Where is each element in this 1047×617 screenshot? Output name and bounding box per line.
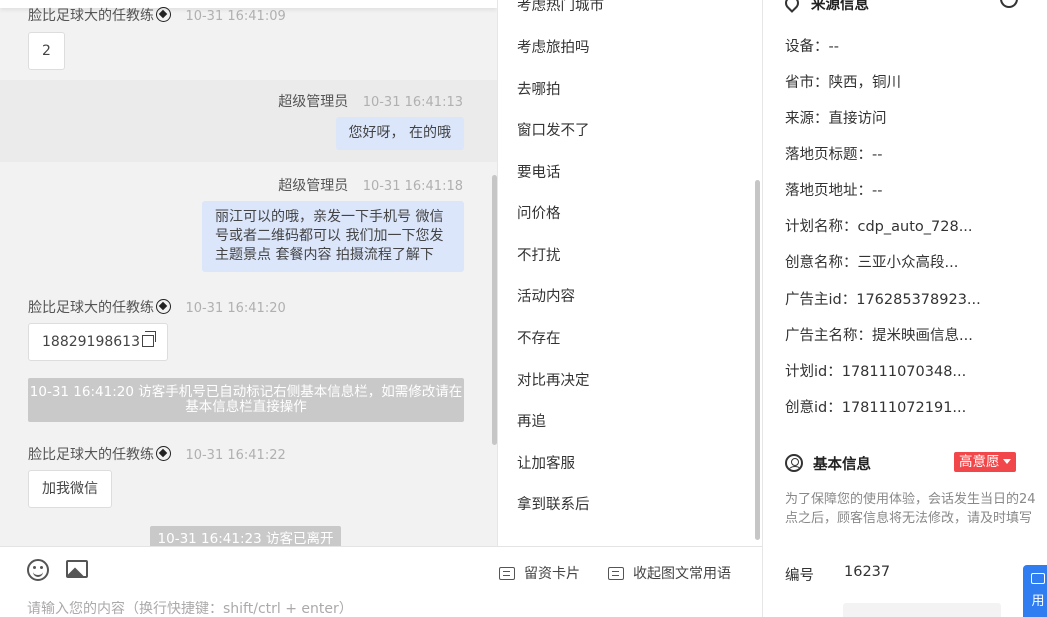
info-landing-url: 落地页地址：-- — [785, 183, 883, 199]
sender-name: 脸比足球大的任教练 — [28, 300, 154, 316]
chat-bubble-icon — [1031, 573, 1045, 584]
message-input[interactable] — [27, 601, 727, 617]
info-region: 省市：陕西，铜川 — [785, 75, 901, 91]
phrase-item[interactable]: 对比再决定 — [517, 369, 590, 390]
sender-name: 脸比足球大的任教练 — [28, 8, 154, 24]
phrase-item[interactable]: 要电话 — [517, 161, 561, 182]
phrases-icon — [608, 567, 624, 580]
id-label: 编号 — [785, 568, 814, 584]
phrase-item[interactable]: 拿到联系后 — [517, 493, 590, 514]
floating-service-button[interactable]: 用 — [1023, 565, 1047, 617]
visit-card-button[interactable]: 留资卡片 — [499, 563, 580, 583]
phrase-item[interactable]: 不存在 — [517, 327, 561, 348]
edit-deadline-note: 为了保障您的使用体验，会话发生当日的24点之后，顾客信息将无法修改，请及时填写 — [785, 492, 1036, 526]
message-header: 脸比足球大的任教练 10-31 16:41:09 — [28, 5, 286, 25]
collapse-phrases-label: 收起图文常用语 — [633, 566, 731, 582]
system-note: 10-31 16:41:20 访客手机号已自动标记右侧基本信息栏，如需修改请在基… — [28, 378, 464, 422]
nickname-field[interactable] — [843, 603, 1001, 617]
message-header: 脸比足球大的任教练 10-31 16:41:22 — [28, 444, 286, 464]
info-creative-name: 创意名称：三亚小众高段... — [785, 255, 959, 271]
message-bubble: 您好呀， 在的哦 — [335, 117, 464, 150]
phrase-item[interactable]: 考虑旅拍吗 — [517, 36, 590, 57]
message-time: 10-31 16:41:20 — [185, 301, 286, 316]
shield-icon[interactable] — [1000, 0, 1018, 8]
phrase-item[interactable]: 活动内容 — [517, 285, 575, 306]
info-advertiser-id: 广告主id：176285378923... — [785, 292, 981, 308]
message-header: 脸比足球大的任教练 10-31 16:41:20 — [28, 297, 286, 317]
info-plan-id: 计划id：178111070348... — [785, 364, 967, 380]
image-icon[interactable] — [66, 560, 88, 578]
soccer-ball-icon — [156, 7, 171, 22]
sender-name: 脸比足球大的任教练 — [28, 447, 154, 463]
intent-level-dropdown[interactable]: 高意愿 — [954, 452, 1016, 472]
soccer-ball-icon — [156, 446, 171, 461]
chat-panel: 脸比足球大的任教练 10-31 16:41:09 2 超级管理员 10-31 1… — [0, 0, 497, 546]
phrase-item[interactable]: 去哪拍 — [517, 78, 561, 99]
info-source: 来源：直接访问 — [785, 111, 887, 127]
basic-info-title: 基本信息 — [785, 453, 871, 474]
info-device: 设备：-- — [785, 39, 839, 55]
collapse-phrases-button[interactable]: 收起图文常用语 — [608, 563, 731, 583]
quick-phrase-panel: 考虑热门城市 考虑旅拍吗 去哪拍 窗口发不了 要电话 问价格 不打扰 活动内容 … — [497, 0, 762, 546]
customer-info-panel: 来源信息 设备：-- 省市：陕西，铜川 来源：直接访问 落地页标题：-- 落地页… — [762, 0, 1047, 617]
info-creative-id: 创意id：178111072191... — [785, 400, 967, 416]
sender-name: 超级管理员 — [278, 94, 349, 110]
phrase-scrollbar[interactable] — [755, 180, 760, 540]
info-plan-name: 计划名称：cdp_auto_728... — [785, 219, 973, 235]
phrase-item[interactable]: 窗口发不了 — [517, 119, 590, 140]
phrase-item[interactable]: 考虑热门城市 — [517, 0, 604, 15]
message-header: 超级管理员 10-31 16:41:18 — [278, 175, 463, 195]
phrase-item[interactable]: 再追 — [517, 410, 546, 431]
phone-number: 18829198613 — [42, 334, 140, 350]
message-time: 10-31 16:41:22 — [185, 448, 286, 463]
soccer-ball-icon — [156, 299, 171, 314]
source-info-title: 来源信息 — [782, 0, 869, 14]
message-bubble: 2 — [28, 32, 65, 70]
location-pin-icon — [782, 0, 802, 13]
caret-down-icon — [1002, 459, 1011, 464]
user-icon — [785, 454, 803, 472]
phrase-item[interactable]: 问价格 — [517, 202, 561, 223]
phrase-item[interactable]: 不打扰 — [517, 244, 561, 265]
message-bubble: 加我微信 — [28, 470, 112, 508]
message-header: 超级管理员 10-31 16:41:13 — [278, 91, 463, 111]
message-time: 10-31 16:41:09 — [185, 9, 286, 24]
intent-level-label: 高意愿 — [959, 454, 1000, 470]
info-advertiser-name: 广告主名称：提米映画信息... — [785, 328, 973, 344]
visit-card-label: 留资卡片 — [524, 566, 580, 582]
sender-name: 超级管理员 — [278, 178, 349, 194]
id-value: 16237 — [844, 564, 891, 580]
phone-message-bubble: 18829198613 — [28, 323, 168, 361]
emoji-icon[interactable] — [27, 559, 49, 581]
system-note: 10-31 16:41:23 访客已离开 — [150, 526, 341, 546]
message-time: 10-31 16:41:18 — [362, 179, 463, 194]
phrase-item[interactable]: 让加客服 — [517, 452, 575, 473]
message-composer: 留资卡片 收起图文常用语 — [0, 546, 762, 617]
message-time: 10-31 16:41:13 — [362, 95, 463, 110]
message-bubble: 丽江可以的哦，亲发一下手机号 微信号或者二维码都可以 我们加一下您发主题景点 套… — [202, 201, 464, 272]
copy-icon[interactable] — [141, 331, 156, 347]
info-landing-title: 落地页标题：-- — [785, 147, 883, 163]
card-icon — [499, 567, 515, 580]
